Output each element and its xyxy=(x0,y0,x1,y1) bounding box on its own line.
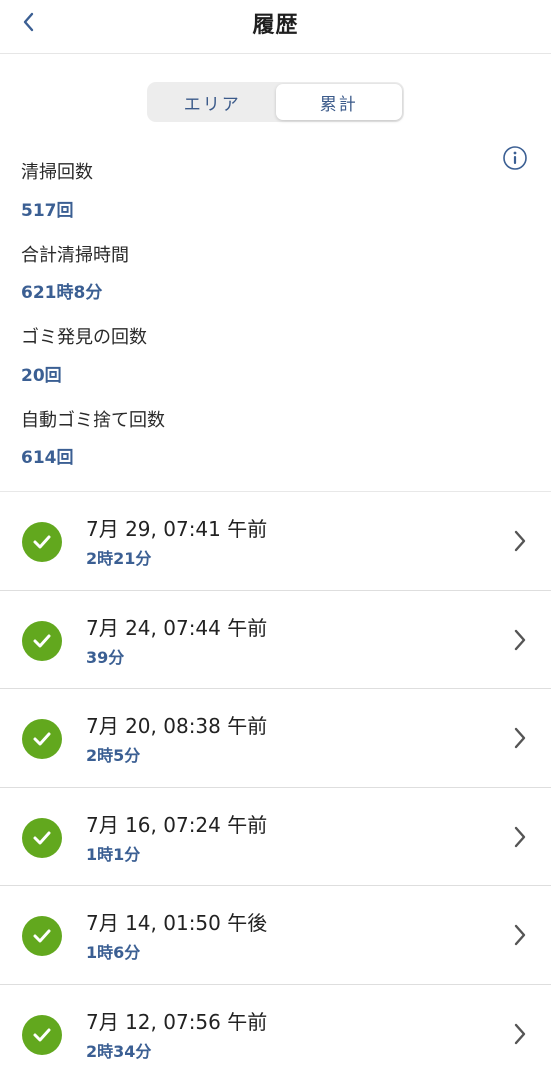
tab-cumulative[interactable]: 累計 xyxy=(275,84,402,120)
history-row[interactable]: 7月 14, 01:50 午後 1時6分 xyxy=(0,886,551,985)
stat-value-dirt-detected: 20回 xyxy=(21,366,62,386)
stat-label-auto-empty: 自動ゴミ捨て回数 xyxy=(21,410,165,431)
history-row[interactable]: 7月 20, 08:38 午前 2時5分 xyxy=(0,689,551,788)
check-circle-icon xyxy=(22,620,62,661)
check-circle-icon xyxy=(22,1014,62,1055)
history-row[interactable]: 7月 24, 07:44 午前 39分 xyxy=(0,590,551,689)
stat-value-clean-count: 517回 xyxy=(21,201,74,221)
history-list: 7月 29, 07:41 午前 2時21分 7月 24, 07:44 午前 39… xyxy=(0,491,551,1080)
tab-area[interactable]: エリア xyxy=(149,84,276,120)
history-date: 7月 24, 07:44 午前 xyxy=(86,615,268,640)
stat-value-auto-empty: 614回 xyxy=(21,448,74,468)
chevron-right-icon xyxy=(514,924,526,946)
history-row[interactable]: 7月 29, 07:41 午前 2時21分 xyxy=(0,492,551,591)
app-header: 履歴 xyxy=(0,0,551,54)
stat-label-dirt-detected: ゴミ発見の回数 xyxy=(21,327,147,348)
history-row[interactable]: 7月 16, 07:24 午前 1時1分 xyxy=(0,787,551,886)
chevron-right-icon xyxy=(514,727,526,749)
chevron-right-icon xyxy=(514,629,526,650)
history-date: 7月 29, 07:41 午前 xyxy=(86,517,268,541)
page-title: 履歴 xyxy=(252,13,299,38)
check-circle-icon xyxy=(22,916,62,956)
history-date: 7月 20, 08:38 午前 xyxy=(86,714,268,738)
check-circle-icon xyxy=(22,719,62,759)
check-circle-icon xyxy=(22,817,62,858)
history-duration: 2時5分 xyxy=(86,746,141,765)
history-duration: 2時34分 xyxy=(86,1041,152,1061)
stat-label-total-time: 合計清掃時間 xyxy=(21,245,129,266)
info-button[interactable] xyxy=(502,145,528,171)
chevron-right-icon xyxy=(514,826,526,847)
info-circle-icon xyxy=(503,146,527,170)
view-toggle: エリア 累計 xyxy=(147,82,404,122)
stat-value-total-time: 621時8分 xyxy=(21,283,103,303)
history-duration: 1時1分 xyxy=(86,844,141,864)
history-duration: 1時6分 xyxy=(86,943,141,962)
history-date: 7月 16, 07:24 午前 xyxy=(86,812,268,837)
history-duration: 39分 xyxy=(86,647,125,667)
stat-label-clean-count: 清掃回数 xyxy=(21,162,93,183)
history-duration: 2時21分 xyxy=(86,549,152,568)
check-circle-icon xyxy=(22,522,62,562)
history-date: 7月 14, 01:50 午後 xyxy=(86,911,268,935)
history-date: 7月 12, 07:56 午前 xyxy=(86,1009,268,1034)
chevron-right-icon xyxy=(514,1023,526,1044)
history-row[interactable]: 7月 12, 07:56 午前 2時34分 xyxy=(0,984,551,1080)
chevron-right-icon xyxy=(514,530,526,552)
